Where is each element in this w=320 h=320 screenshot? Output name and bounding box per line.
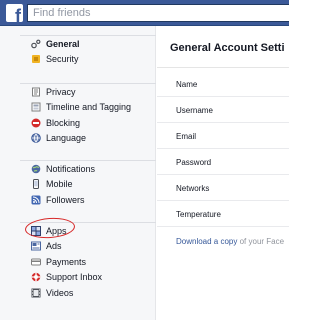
sidebar-item-language[interactable]: Language	[20, 131, 156, 147]
settings-row-username[interactable]: Username	[157, 97, 289, 123]
gear-icon	[31, 39, 41, 49]
sidebar-item-label: Mobile	[46, 179, 73, 190]
sidebar-item-label: Blocking	[46, 117, 81, 128]
download-copy-link[interactable]: Download a copy	[176, 237, 237, 246]
sidebar-item-timeline[interactable]: Timeline and Tagging	[20, 100, 156, 116]
settings-row-name[interactable]: Name	[157, 71, 289, 97]
row-label: Username	[176, 106, 213, 115]
settings-row-temperature[interactable]: Temperature	[157, 201, 289, 227]
sidebar-item-label: Language	[46, 133, 87, 144]
search-input[interactable]: Find friends	[27, 4, 289, 22]
row-label: Name	[176, 80, 198, 89]
settings-row-email[interactable]: Email	[157, 123, 289, 149]
row-label: Temperature	[176, 210, 221, 219]
settings-row-password[interactable]: Password	[157, 149, 289, 175]
sidebar-item-label: General	[46, 38, 80, 49]
payments-icon	[31, 257, 41, 267]
film-icon	[31, 288, 41, 298]
sidebar-item-blocking[interactable]: Blocking	[20, 115, 156, 131]
sidebar-item-mobile[interactable]: Mobile	[20, 177, 156, 193]
globe-notification-icon	[31, 164, 41, 174]
lock-icon	[31, 87, 41, 97]
row-label: Networks	[176, 184, 210, 193]
support-icon	[31, 272, 41, 282]
sidebar-item-label: Followers	[46, 194, 85, 205]
shield-icon	[31, 54, 41, 64]
sidebar-item-payments[interactable]: Payments	[20, 254, 156, 270]
sidebar-item-label: Privacy	[46, 86, 76, 97]
title-divider	[157, 67, 289, 68]
row-label: Password	[176, 158, 212, 167]
sidebar-group-notifications: Notifications Mobile Followers	[20, 160, 156, 208]
sidebar-item-label: Ads	[46, 241, 62, 252]
facebook-logo-icon[interactable]: f	[6, 4, 23, 26]
ads-icon	[31, 241, 41, 251]
sidebar-group-account: General Security	[20, 35, 156, 67]
block-icon	[31, 118, 41, 128]
rss-icon	[31, 195, 41, 205]
download-copy-text: Download a copy of your Face	[176, 237, 284, 246]
sidebar-item-privacy[interactable]: Privacy	[20, 84, 156, 100]
settings-row-networks[interactable]: Networks	[157, 175, 289, 201]
sidebar-item-followers[interactable]: Followers	[20, 192, 156, 208]
sidebar-item-label: Notifications	[46, 163, 96, 174]
main-panel: General Account Setti Name Username Emai…	[157, 26, 289, 320]
sidebar-item-label: Videos	[46, 287, 74, 298]
sidebar-item-security[interactable]: Security	[20, 52, 156, 68]
globe-icon	[31, 133, 41, 144]
page-title: General Account Setti	[170, 42, 285, 54]
sidebar-item-label: Payments	[46, 256, 87, 267]
timeline-icon	[31, 102, 41, 112]
sidebar-item-notifications[interactable]: Notifications	[20, 161, 156, 177]
settings-sidebar: General Security Privacy Timeline and Ta…	[0, 26, 156, 320]
mobile-icon	[31, 179, 41, 190]
sidebar-item-ads[interactable]: Ads	[20, 239, 156, 255]
row-label: Email	[176, 132, 197, 141]
top-bar: f Find friends	[0, 0, 289, 26]
sidebar-item-label: Security	[46, 54, 79, 65]
sidebar-item-label: Support Inbox	[46, 272, 103, 283]
sidebar-group-privacy: Privacy Timeline and Tagging Blocking La…	[20, 83, 156, 146]
logo-letter: f	[15, 6, 21, 26]
sidebar-item-general[interactable]: General	[20, 36, 156, 52]
sidebar-item-label: Timeline and Tagging	[46, 102, 132, 113]
sidebar-item-videos[interactable]: Videos	[20, 285, 156, 301]
download-copy-suffix: of your Face	[237, 237, 285, 246]
sidebar-item-support-inbox[interactable]: Support Inbox	[20, 270, 156, 286]
